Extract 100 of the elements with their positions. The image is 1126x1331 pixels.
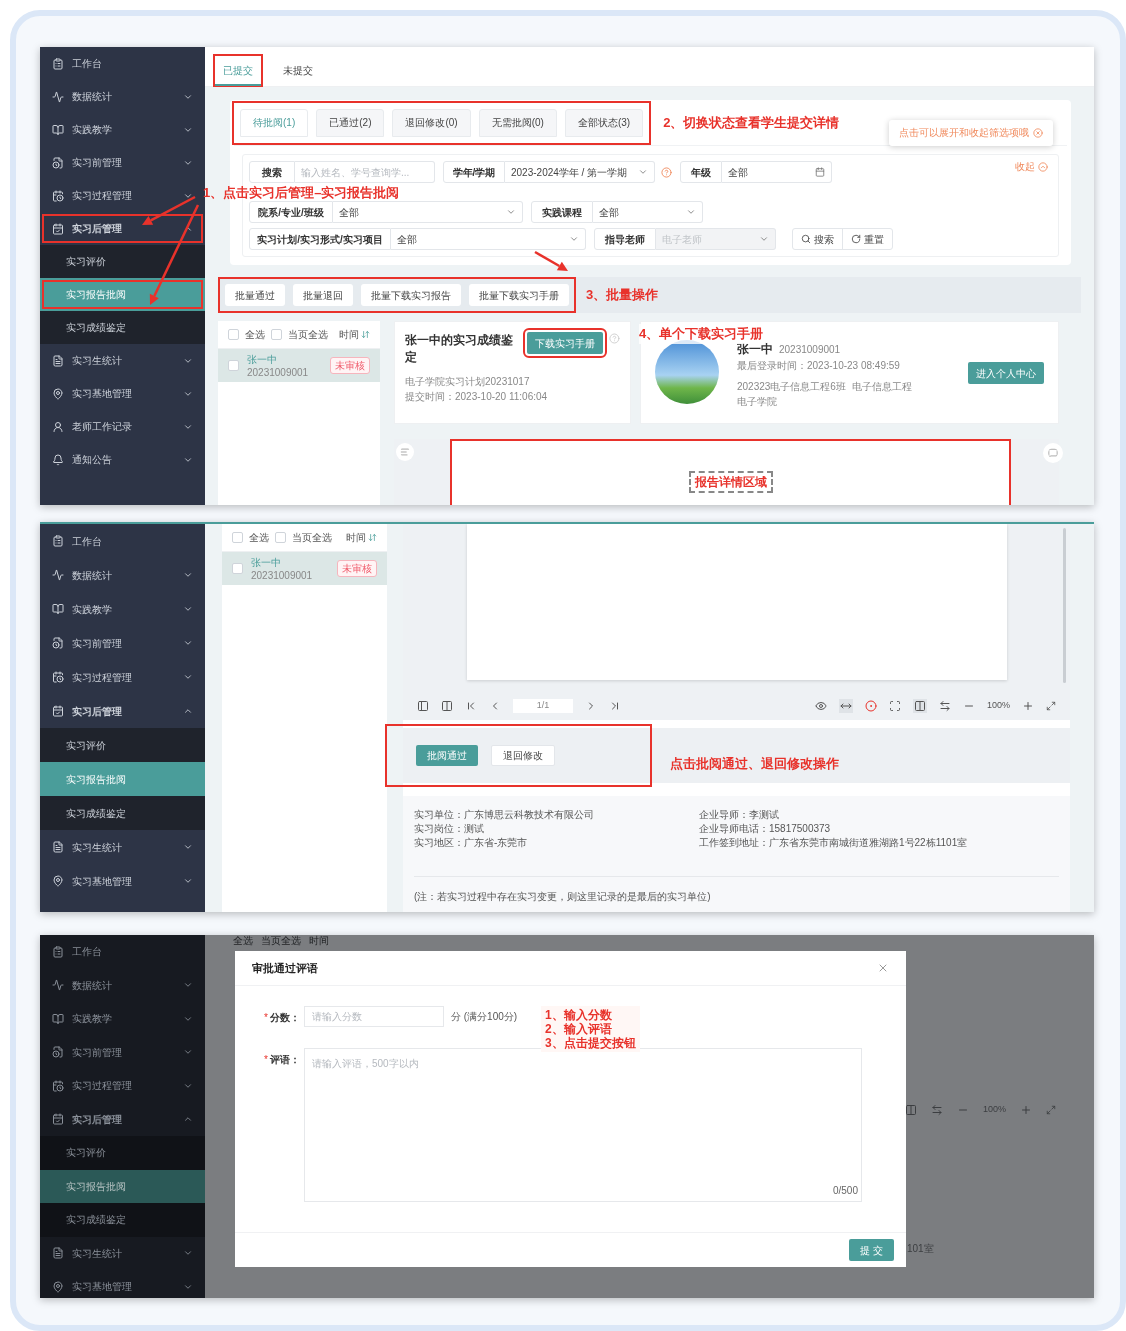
class-text: 202323电子信息工程6班: [737, 380, 846, 394]
score-suffix: 分 (满分100分): [451, 1010, 518, 1024]
sidebar-item[interactable]: 实践教学: [40, 1002, 205, 1036]
college-text: 电子学院: [737, 395, 777, 409]
submenu-item[interactable]: 实习成绩鉴定: [40, 1203, 205, 1237]
page-field[interactable]: 1/1: [513, 699, 573, 713]
select-field[interactable]: 全部: [593, 201, 703, 223]
sidebar-item[interactable]: 数据统计: [40, 968, 205, 1002]
filter-label: 实习计划/实习形式/实习项目: [249, 228, 391, 250]
sidebar-item[interactable]: 实习过程管理: [40, 1069, 205, 1103]
batch-button[interactable]: 批量下载实习报告: [361, 284, 461, 306]
sidebar-item[interactable]: 工作台: [40, 47, 205, 80]
plan-text: 电子学院实习计划20231017: [405, 375, 531, 389]
sidebar-item[interactable]: 实习前管理: [40, 1035, 205, 1069]
return-button[interactable]: 退回修改: [491, 745, 555, 766]
report-title: 张一中的实习成绩鉴定: [405, 332, 514, 366]
sort-button[interactable]: 时间: [339, 327, 370, 342]
submenu-item[interactable]: 实习评价: [40, 728, 205, 762]
status-tab[interactable]: 全部状态(3): [564, 108, 644, 137]
sidebar-item[interactable]: 实习后管理: [40, 1102, 205, 1136]
sidebar-item[interactable]: 实习基地管理: [40, 377, 205, 410]
filter-label: 院系/专业/班级: [249, 201, 333, 223]
sidebar-item[interactable]: 实习过程管理: [40, 660, 205, 694]
sidebar-item[interactable]: 老师工作记录: [40, 410, 205, 443]
sidebar-item[interactable]: 实习后管理: [40, 212, 205, 245]
sidebar-item[interactable]: 实践教学: [40, 592, 205, 626]
sidebar-item[interactable]: 通知公告: [40, 443, 205, 476]
batch-button[interactable]: 批量下载实习手册: [469, 284, 569, 306]
filter-label: 实践课程: [531, 201, 593, 223]
note-text: (注：若实习过程中存在实习变更，则这里记录的是最后的实习单位): [414, 891, 711, 902]
checkbox-label: 全选: [245, 328, 265, 342]
tab[interactable]: 未提交: [275, 56, 321, 86]
zoom-level: 100%: [983, 1103, 1007, 1116]
filter-label: 学年/学期: [443, 161, 505, 183]
student-id: 20231009001: [251, 568, 313, 582]
sidebar-item[interactable]: 实习前管理: [40, 146, 205, 179]
char-count: 0/500: [832, 1184, 858, 1198]
sidebar-item[interactable]: 实习基地管理: [40, 1270, 205, 1298]
status-tab[interactable]: 退回修改(0): [392, 108, 471, 137]
select-field[interactable]: 全部: [391, 228, 586, 250]
field-label: 分数：: [270, 1010, 300, 1025]
sidebar-item[interactable]: 数据统计: [40, 80, 205, 113]
sidebar-item[interactable]: 实习生统计: [40, 344, 205, 377]
status-tab[interactable]: 无需批阅(0): [478, 108, 557, 137]
sidebar-item[interactable]: 工作台: [40, 524, 205, 558]
batch-button[interactable]: 批量退回: [293, 284, 353, 306]
student-id: 20231009001: [779, 343, 841, 357]
zoom-level: 100%: [986, 699, 1010, 713]
annotation-text: 2、输入评语: [545, 1022, 613, 1036]
checkbox-label: 全选: [233, 935, 253, 947]
select-field[interactable]: 全部: [333, 201, 523, 223]
annotation-text: 点击批阅通过、退回修改操作: [670, 754, 839, 773]
annotation-text: 2、切换状态查看学生提交详情: [663, 113, 840, 132]
sidebar-item[interactable]: 实习基地管理: [40, 864, 205, 898]
score-field[interactable]: 请输入分数: [304, 1006, 444, 1027]
submenu-item[interactable]: 实习成绩鉴定: [40, 796, 205, 830]
filter-label: 搜索: [249, 161, 295, 183]
annotation-text: 4、单个下载实习手册: [639, 324, 764, 344]
annotation-text: 3、点击提交按钮: [545, 1036, 636, 1050]
annotation-text: 3、批量操作: [586, 286, 659, 305]
checkbox-label: 当页全选: [292, 531, 332, 545]
select-field[interactable]: 2023-2024学年 / 第一学期: [505, 161, 655, 183]
sidebar-item[interactable]: 实习后管理: [40, 694, 205, 728]
detail-text: 企业导师：李测试: [699, 808, 780, 822]
filter-label: 年级: [680, 161, 722, 183]
sort-label: 时间: [309, 935, 329, 947]
annotation-text: 1、输入分数: [545, 1008, 613, 1022]
status-badge: 未审核: [337, 560, 377, 577]
student-name: 张一中: [251, 555, 282, 569]
sidebar-item[interactable]: 实习生统计: [40, 1236, 205, 1270]
search-field[interactable]: 输入姓名、学号查询学...: [295, 161, 435, 183]
batch-button[interactable]: 批量通过: [225, 284, 285, 306]
submenu-item[interactable]: 实习评价: [40, 245, 205, 278]
required-mark: *: [264, 1052, 268, 1067]
sidebar-item[interactable]: 实习前管理: [40, 626, 205, 660]
sidebar-item[interactable]: 数据统计: [40, 558, 205, 592]
sidebar-item[interactable]: 工作台: [40, 935, 205, 969]
filter-label: 指导老师: [594, 228, 656, 250]
checkbox-label: 当页全选: [261, 935, 301, 947]
detail-text: 工作签到地址：广东省东莞市南城街道雅湖路1号22栋1101室: [699, 836, 969, 850]
sidebar-item[interactable]: 实践教学: [40, 113, 205, 146]
student-id: 20231009001: [247, 365, 309, 379]
dialog-title: 审批通过评语: [252, 960, 318, 976]
reset-button[interactable]: 重置: [843, 229, 892, 249]
sort-button[interactable]: 时间: [346, 530, 377, 545]
submenu-item[interactable]: 实习成绩鉴定: [40, 311, 205, 344]
date-field[interactable]: 全部: [722, 161, 832, 183]
sidebar-item[interactable]: 实习生统计: [40, 830, 205, 864]
status-badge: 未审核: [330, 357, 370, 374]
detail-text: 实习地区：广东省-东莞市: [414, 836, 529, 850]
status-tab[interactable]: 已通过(2): [316, 108, 385, 137]
field-label: 评语：: [270, 1052, 300, 1067]
sidebar-item[interactable]: 实习过程管理: [40, 179, 205, 212]
submenu-item[interactable]: 实习评价: [40, 1136, 205, 1170]
submenu-item[interactable]: 实习报告批阅: [40, 1169, 205, 1203]
area-label: 报告详情区域: [688, 471, 773, 493]
detail-text: 实习单位：广东博思云科教技术有限公司: [414, 808, 595, 822]
checkbox-label: 当页全选: [288, 328, 328, 342]
search-button[interactable]: 搜索: [793, 229, 843, 249]
student-name: 张一中: [247, 352, 278, 366]
